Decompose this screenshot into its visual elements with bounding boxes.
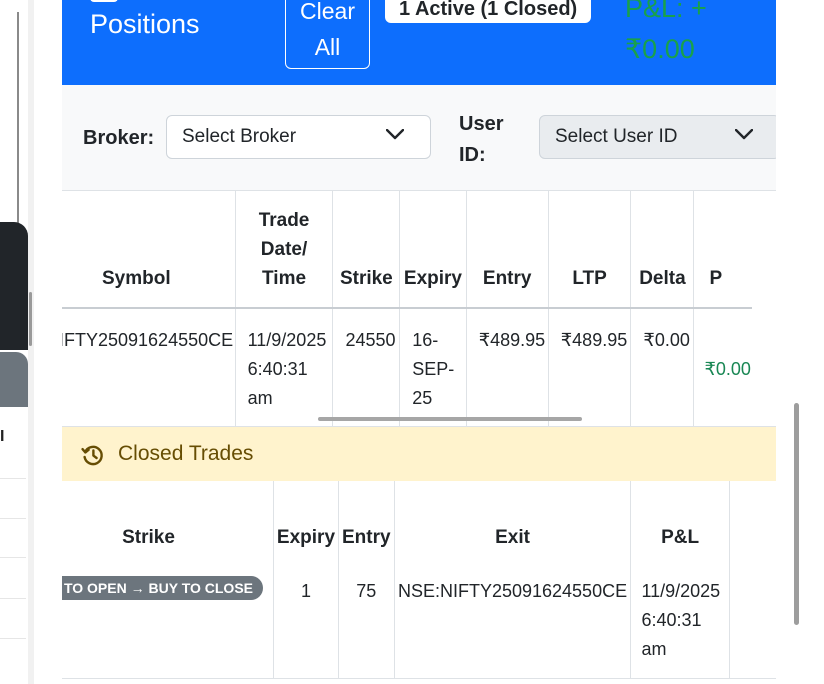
closed-trades-header: Closed Trades [62, 427, 776, 481]
positions-header: Positions Clear All 1 Active (1 Closed) … [62, 0, 776, 85]
background-dark-block [0, 222, 28, 350]
closed-date: 11/9/2025 [641, 581, 721, 601]
closed-exit: NSE:NIFTY25091624550CE [394, 561, 632, 679]
closed-datetime: 11/9/2025 6:40:31 am [630, 561, 730, 679]
col-expiry[interactable]: Expiry [273, 481, 339, 561]
user-id-select[interactable]: Select User ID [539, 115, 776, 159]
table-row[interactable]: NIFTY25091624550CE 11/9/2025 6:40:31 am … [62, 308, 752, 426]
closed-extra [729, 561, 738, 679]
col-trade-time-line2: Date/ [260, 239, 308, 260]
divider [62, 678, 776, 679]
col-symbol[interactable]: Symbol [62, 191, 236, 309]
positions-table: Symbol Trade Date/ Time Strike Expiry En… [62, 191, 752, 426]
pnl-label: P&L: + [625, 0, 707, 23]
page-scrollbar-thumb[interactable] [794, 403, 799, 625]
page-title: Positions [90, 9, 200, 39]
closed-expiry: 1 [273, 561, 339, 679]
position-pnl: ₹0.00 [704, 359, 751, 379]
closed-trades-table: Strike Expiry Entry Exit P&L SELL TO OPE… [62, 481, 738, 679]
col-exit[interactable]: Exit [394, 481, 632, 561]
position-expiry-line1: 16- [412, 330, 439, 350]
col-trade-time-line1: Trade [258, 210, 310, 231]
position-date: 11/9/2025 [247, 330, 327, 350]
position-strike: 24550 [332, 308, 401, 426]
chevron-down-icon [386, 129, 404, 140]
position-expiry: 16- SEP-25 [399, 308, 467, 426]
position-trade-time: 11/9/2025 6:40:31 am [235, 308, 334, 426]
user-id-select-value: Select User ID [555, 126, 678, 147]
history-icon [81, 445, 103, 466]
col-trade-time[interactable]: Trade Date/ Time [235, 191, 334, 309]
user-id-label-line2: ID: [459, 144, 486, 166]
position-ltp: ₹489.95 [548, 308, 632, 426]
position-expiry-line2: SEP-25 [412, 359, 455, 408]
closed-trades-title: Closed Trades [118, 442, 254, 465]
background-letter: I [0, 428, 5, 445]
positions-icon [90, 0, 118, 2]
col-extra [729, 481, 738, 561]
position-ampm: am [247, 388, 273, 408]
chevron-down-icon [735, 129, 753, 140]
table-row[interactable]: SELL TO OPEN → BUY TO CLOSE 1 75 NSE:NIF… [62, 561, 738, 679]
position-delta: ₹0.00 [630, 308, 695, 426]
closed-entry: 75 [338, 561, 395, 679]
trade-type-clip: SELL TO OPEN → BUY TO CLOSE [62, 576, 263, 600]
user-id-label-line1: User [459, 113, 504, 135]
broker-select-value: Select Broker [182, 126, 297, 147]
filters-bar: Broker: Select Broker User ID: Select Us… [62, 85, 776, 191]
col-pnl[interactable]: P&L [630, 481, 730, 561]
clear-all-label-line2: All [314, 34, 341, 60]
closed-ampm: am [641, 639, 667, 659]
trade-type-cell: SELL TO OPEN → BUY TO CLOSE [62, 561, 274, 679]
broker-label: Broker: [83, 127, 155, 149]
col-trade-time-line3: Time [262, 268, 307, 289]
col-strike[interactable]: Strike [332, 191, 401, 309]
table-horizontal-scrollbar[interactable] [318, 417, 582, 421]
broker-select[interactable]: Select Broker [166, 115, 431, 159]
clear-all-label-line1: Clear [300, 0, 355, 24]
positions-table-header: Symbol Trade Date/ Time Strike Expiry En… [62, 191, 752, 309]
position-time: 6:40:31 [247, 359, 308, 379]
col-pnl[interactable]: P [693, 191, 752, 309]
position-entry: ₹489.95 [466, 308, 549, 426]
position-symbol: NIFTY25091624550CE [62, 308, 236, 426]
pnl-value: ₹0.00 [625, 34, 695, 64]
clear-all-button[interactable]: Clear All [285, 0, 370, 69]
background-sidebar: I [0, 0, 30, 684]
col-entry[interactable]: Entry [338, 481, 395, 561]
col-expiry[interactable]: Expiry [399, 191, 467, 309]
positions-panel: Positions Clear All 1 Active (1 Closed) … [62, 0, 776, 684]
background-gray-block [0, 352, 28, 407]
total-pnl: P&L: + ₹0.00 [625, 0, 775, 70]
closed-time: 6:40:31 [641, 610, 702, 630]
trade-type-badge: SELL TO OPEN → BUY TO CLOSE [62, 576, 263, 600]
background-scrollbar-thumb[interactable] [29, 292, 32, 346]
col-delta[interactable]: Delta [630, 191, 695, 309]
col-entry[interactable]: Entry [466, 191, 549, 309]
closed-table-header: Strike Expiry Entry Exit P&L [62, 481, 738, 561]
user-id-label: User ID: [459, 109, 503, 171]
col-ltp[interactable]: LTP [548, 191, 632, 309]
col-strike[interactable]: Strike [62, 481, 274, 561]
active-count-badge: 1 Active (1 Closed) [385, 0, 592, 23]
